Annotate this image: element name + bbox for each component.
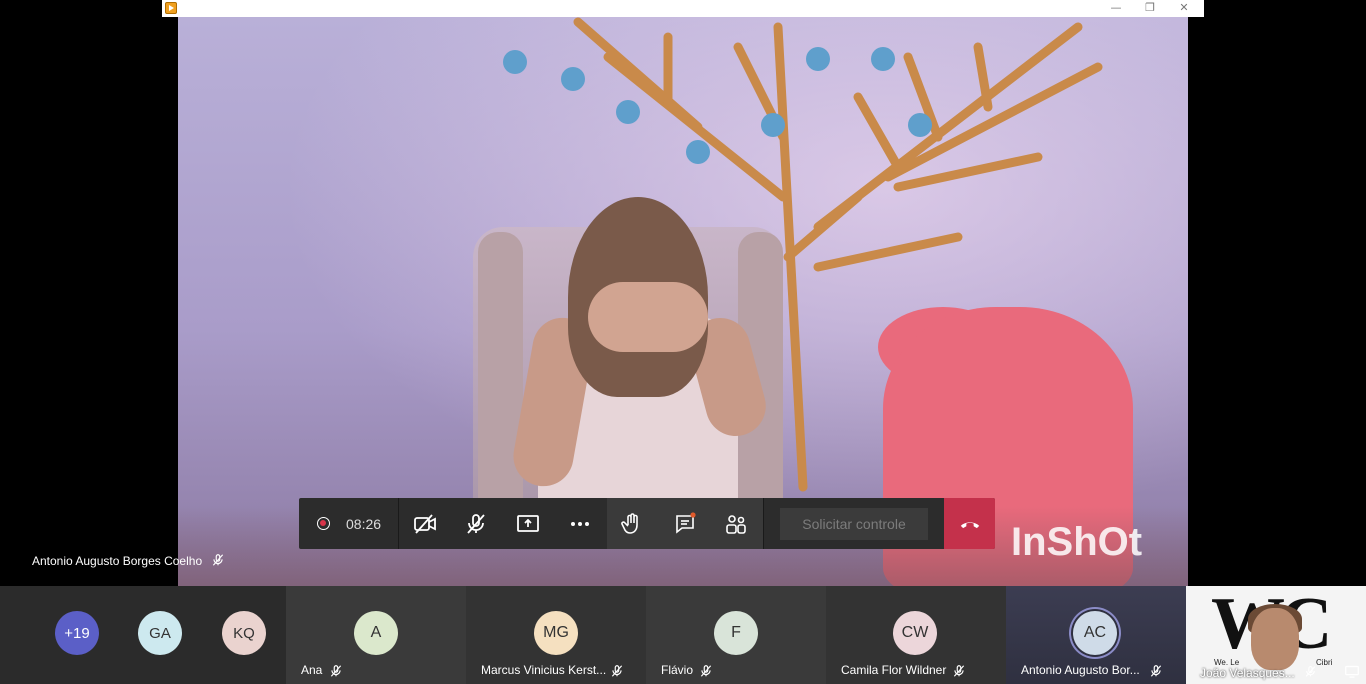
mic-off-icon [953, 665, 965, 677]
recording-icon [317, 517, 330, 530]
avatar: A [354, 611, 398, 655]
main-participant-label: Antonio Augusto Borges Coelho [32, 553, 225, 571]
participant-name: Ana [301, 663, 323, 677]
mic-off-icon [611, 665, 623, 677]
overflow-count[interactable]: +19 [55, 611, 99, 655]
mic-off-icon [467, 514, 485, 534]
participants-icon [726, 515, 746, 534]
meeting-control-bar: 08:26 Solicitar controle [299, 498, 995, 549]
person-hands [588, 282, 708, 352]
close-button[interactable]: ✕ [1167, 0, 1201, 17]
request-control-button[interactable]: Solicitar controle [780, 508, 928, 540]
recording-timer: 08:26 [346, 516, 382, 532]
restore-button[interactable]: ❐ [1133, 0, 1167, 17]
participant-name: Flávio [661, 663, 694, 677]
divider [763, 498, 764, 549]
minimize-button[interactable]: — [1099, 0, 1133, 17]
chat-icon [676, 512, 696, 534]
avatar: F [714, 611, 758, 655]
divider [398, 498, 399, 549]
screen-share-indicator-icon [1345, 665, 1359, 678]
overflow-tile: +19 GA KQ [0, 586, 286, 684]
app-icon [165, 2, 177, 14]
participants-button[interactable] [721, 509, 751, 539]
self-face [1251, 608, 1299, 670]
self-video-preview[interactable]: WC We. Le Cibri João Velasques... [1186, 586, 1366, 684]
mic-off-icon [1305, 666, 1316, 677]
avatar: AC [1073, 611, 1117, 655]
teams-meeting-window: — ❐ ✕ InShOt Antonio Augusto Borges Coel… [0, 0, 1366, 684]
participant-tile-active-speaker[interactable]: AC Antonio Augusto Bor... [1006, 586, 1186, 684]
participant-name: Antonio Augusto Bor... [1021, 663, 1140, 677]
mic-off-icon [211, 553, 225, 571]
avatar: MG [534, 611, 578, 655]
main-participant-name: Antonio Augusto Borges Coelho [32, 554, 203, 568]
raise-hand-icon [621, 513, 638, 534]
chair-arm [478, 232, 523, 522]
title-bar: — ❐ ✕ [162, 0, 1204, 17]
mic-off-icon [1150, 665, 1162, 677]
background-text: Cibri [1316, 658, 1333, 667]
more-options-button[interactable] [565, 509, 595, 539]
share-screen-button[interactable] [513, 509, 543, 539]
raise-hand-button[interactable] [617, 509, 647, 539]
participant-name: Marcus Vinicius Kerst... [481, 663, 607, 677]
more-dots-icon [571, 522, 589, 526]
inshot-watermark: InShOt [1011, 520, 1143, 564]
mic-off-icon [700, 665, 712, 677]
mic-off-icon [330, 665, 342, 677]
participant-strip: +19 GA KQ A Ana MG Marcus Vinicius Kerst… [0, 586, 1186, 684]
participant-tile[interactable]: A Ana [286, 586, 466, 684]
hang-up-icon [960, 521, 979, 528]
participant-tile[interactable]: MG Marcus Vinicius Kerst... [466, 586, 646, 684]
avatar[interactable]: KQ [222, 611, 266, 655]
participant-name: Camila Flor Wildner [841, 663, 947, 677]
share-screen-icon [517, 515, 539, 532]
mic-toggle-button[interactable] [461, 509, 491, 539]
participant-tile[interactable]: CW Camila Flor Wildner [826, 586, 1006, 684]
participant-tile[interactable]: F Flávio [646, 586, 826, 684]
hang-up-button[interactable] [944, 498, 995, 549]
avatar[interactable]: GA [138, 611, 182, 655]
avatar: CW [893, 611, 937, 655]
camera-off-icon [414, 514, 436, 534]
self-participant-name: João Velasques... [1200, 666, 1295, 680]
camera-toggle-button[interactable] [410, 509, 440, 539]
chat-button[interactable] [670, 509, 700, 539]
